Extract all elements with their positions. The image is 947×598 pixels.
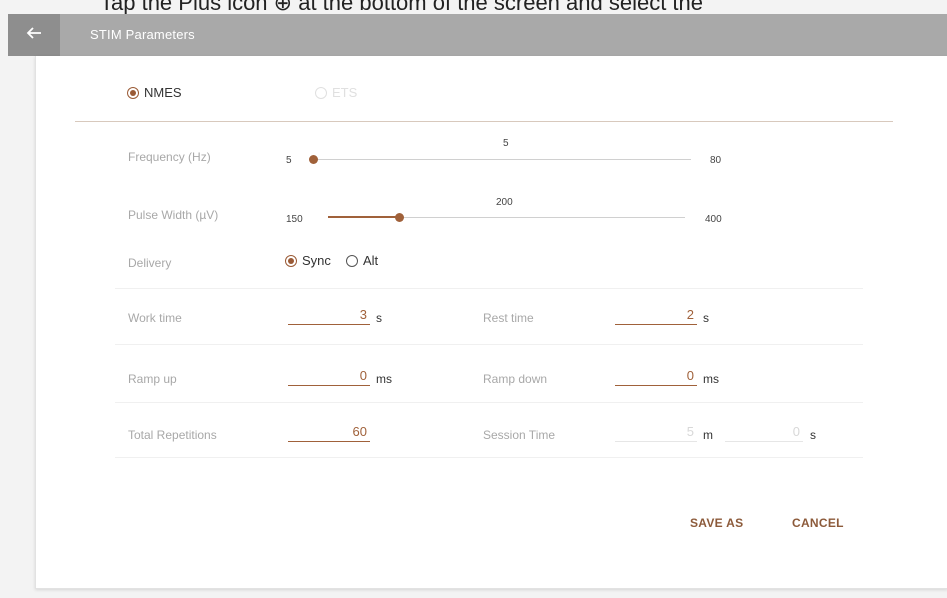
pulse-width-min: 150 xyxy=(286,214,303,225)
radio-nmes[interactable]: NMES xyxy=(127,85,182,100)
session-seconds-unit: s xyxy=(810,428,816,442)
row-divider xyxy=(115,288,863,289)
instruction-caption: Tap the Plus icon ⊕ at the bottom of the… xyxy=(100,0,704,15)
work-time-unit: s xyxy=(376,311,382,325)
row-divider xyxy=(115,457,863,458)
ramp-down-field[interactable]: 0 xyxy=(615,368,697,386)
frequency-thumb[interactable] xyxy=(309,155,318,164)
frequency-label: Frequency (Hz) xyxy=(128,150,211,164)
rest-time-label: Rest time xyxy=(483,311,534,325)
page-title: STIM Parameters xyxy=(90,27,195,42)
session-minutes-field: 5 xyxy=(615,424,697,442)
radio-nmes-label: NMES xyxy=(144,85,182,100)
session-time-label: Session Time xyxy=(483,428,556,442)
save-as-button[interactable]: SAVE AS xyxy=(690,516,743,530)
arrow-left-icon xyxy=(26,25,42,46)
session-seconds-field: 0 xyxy=(725,424,803,442)
pulse-width-value: 200 xyxy=(496,197,513,208)
ramp-up-label: Ramp up xyxy=(128,372,177,386)
frequency-track[interactable] xyxy=(313,159,691,160)
work-time-label: Work time xyxy=(128,311,182,325)
radio-sync[interactable]: Sync xyxy=(285,253,331,268)
rest-time-field[interactable]: 2 xyxy=(615,307,697,325)
row-divider xyxy=(115,402,863,403)
ramp-up-field[interactable]: 0 xyxy=(288,368,370,386)
rest-time-unit: s xyxy=(703,311,709,325)
work-time-field[interactable]: 3 xyxy=(288,307,370,325)
pulse-width-label: Pulse Width (µV) xyxy=(128,208,219,222)
frequency-max: 80 xyxy=(710,155,722,166)
ramp-up-unit: ms xyxy=(376,372,392,386)
pulse-width-thumb[interactable] xyxy=(395,213,404,222)
radio-unchecked-icon xyxy=(346,254,358,267)
radio-unchecked-icon xyxy=(315,86,327,99)
radio-checked-icon xyxy=(285,254,297,267)
back-button[interactable] xyxy=(8,14,60,56)
pulse-width-fill xyxy=(328,216,399,218)
radio-ets-label: ETS xyxy=(332,85,358,100)
total-repetitions-label: Total Repetitions xyxy=(128,428,217,442)
radio-alt-label: Alt xyxy=(363,253,379,268)
frequency-value: 5 xyxy=(503,138,509,149)
divider xyxy=(75,121,893,122)
session-minutes-unit: m xyxy=(703,428,713,442)
delivery-label: Delivery xyxy=(128,256,172,270)
ramp-down-label: Ramp down xyxy=(483,372,548,386)
total-repetitions-field[interactable]: 60 xyxy=(288,424,370,442)
ramp-down-unit: ms xyxy=(703,372,719,386)
cancel-button[interactable]: CANCEL xyxy=(792,516,844,530)
frequency-min: 5 xyxy=(286,155,292,166)
row-divider xyxy=(115,344,863,345)
radio-checked-icon xyxy=(127,86,139,99)
radio-sync-label: Sync xyxy=(302,253,331,268)
pulse-width-max: 400 xyxy=(705,214,722,225)
radio-alt[interactable]: Alt xyxy=(346,253,378,268)
radio-ets[interactable]: ETS xyxy=(315,85,357,100)
